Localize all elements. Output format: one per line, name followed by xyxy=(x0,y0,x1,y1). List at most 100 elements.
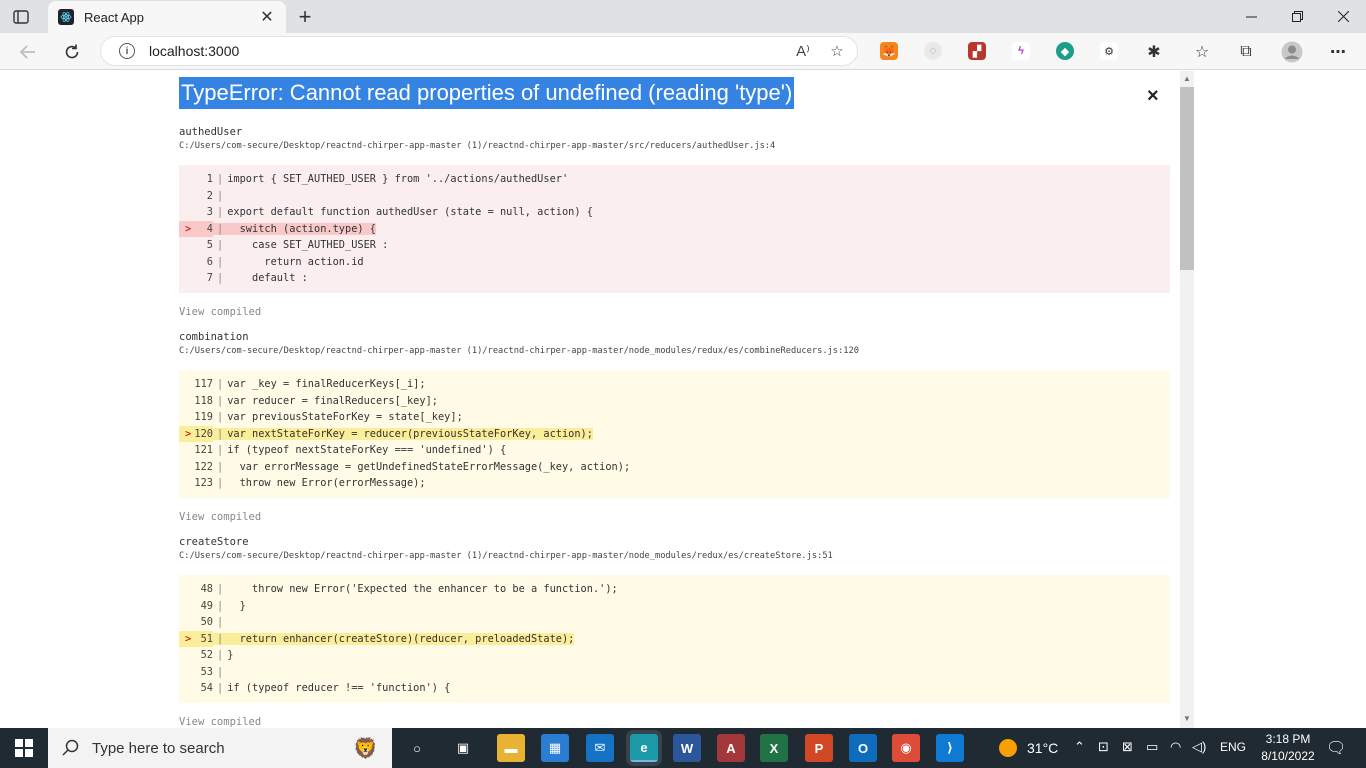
stack-frame: combination C:/Users/com-secure/Desktop/r… xyxy=(179,330,1170,524)
windows-logo-icon xyxy=(15,739,33,757)
new-tab-button[interactable]: + xyxy=(292,4,318,30)
line-number: 1 xyxy=(206,173,213,185)
error-overlay-header: TypeError: Cannot read properties of und… xyxy=(179,77,1170,109)
volume-icon[interactable]: ◁) xyxy=(1192,739,1206,755)
extension-teal-icon[interactable]: ◆ xyxy=(1056,42,1074,60)
address-bar[interactable]: i localhost:3000 A⁾ ☆ xyxy=(100,36,858,66)
gutter-divider: | xyxy=(217,460,224,473)
view-compiled-link[interactable]: View compiled xyxy=(179,510,1170,524)
taskbar-chrome-icon[interactable]: ◉ xyxy=(892,734,920,762)
restore-button[interactable] xyxy=(1274,0,1320,33)
back-button[interactable] xyxy=(14,38,42,66)
error-close-button[interactable]: × xyxy=(1147,85,1159,108)
taskbar-task-view-icon[interactable]: ▣ xyxy=(449,734,477,762)
wifi-icon[interactable]: ◠ xyxy=(1170,739,1181,755)
taskbar-cortana-icon[interactable]: ○ xyxy=(403,734,431,762)
line-number: 53 xyxy=(200,665,213,678)
tab-close-button[interactable]: ✕ xyxy=(258,7,276,27)
extensions-puzzle-icon[interactable]: ✱ xyxy=(1140,38,1168,66)
gutter-divider: | xyxy=(217,272,224,284)
code-line: 7 | default : xyxy=(179,270,1170,287)
scrollbar-thumb[interactable] xyxy=(1180,87,1194,270)
gutter-divider: | xyxy=(217,173,224,185)
taskbar-microsoft-store-icon[interactable]: ▦ xyxy=(541,734,569,762)
minimize-button[interactable] xyxy=(1228,0,1274,33)
error-line-caret-icon: > xyxy=(185,222,192,235)
action-center-icon[interactable]: 🗨 xyxy=(1326,738,1346,758)
collections-icon[interactable]: ⧉ xyxy=(1232,38,1260,66)
code-text: default : xyxy=(227,272,308,284)
close-window-button[interactable] xyxy=(1320,0,1366,33)
line-number: 6 xyxy=(206,255,213,268)
gutter-divider: | xyxy=(217,189,224,202)
frame-function-name: authedUser xyxy=(179,126,243,138)
view-compiled-link[interactable]: View compiled xyxy=(179,715,1170,729)
frame-file-path[interactable]: C:/Users/com-secure/Desktop/reactnd-chir… xyxy=(179,549,1170,563)
scroll-down-arrow-icon[interactable]: ▼ xyxy=(1183,714,1191,723)
browser-tab-active[interactable]: React App ✕ xyxy=(48,1,286,33)
taskbar-mail-icon[interactable]: ✉ xyxy=(586,734,614,762)
show-hidden-icons-icon[interactable]: ⌃ xyxy=(1074,739,1085,755)
frame-file-path[interactable]: C:/Users/com-secure/Desktop/reactnd-chir… xyxy=(179,139,1170,153)
line-number: 2 xyxy=(206,189,213,202)
line-number: 5 xyxy=(206,239,213,251)
code-line-highlighted: >120 | var nextStateForKey = reducer(previ… xyxy=(179,425,1170,442)
add-favorite-icon[interactable]: ☆ xyxy=(823,39,851,63)
battery-icon[interactable]: ▭ xyxy=(1146,739,1158,755)
code-snippet[interactable]: 117 | var _key = finalReducerKeys[_i]; 118 |… xyxy=(179,370,1170,498)
clock-date[interactable]: 8/10/2022 xyxy=(1252,749,1324,763)
url-text[interactable]: localhost:3000 xyxy=(149,43,789,59)
refresh-icon xyxy=(65,44,79,59)
site-info-icon[interactable]: i xyxy=(119,43,135,59)
search-highlight-icon: 🦁 xyxy=(353,737,378,760)
stack-frame: createStore C:/Users/com-secure/Desktop/r… xyxy=(179,535,1170,728)
input-language[interactable]: ENG xyxy=(1220,740,1246,754)
extension-gear-icon[interactable]: ⚙ xyxy=(1100,42,1118,60)
taskbar-excel-icon[interactable]: X xyxy=(760,734,788,762)
extension-circle-icon[interactable]: ◌ xyxy=(924,42,942,60)
notification-tray-icon[interactable]: ⊠ xyxy=(1122,739,1133,755)
weather-sun-icon[interactable] xyxy=(999,739,1017,757)
gutter-divider: | xyxy=(217,665,224,678)
code-text: return action.id xyxy=(227,255,364,268)
taskbar-outlook-icon[interactable]: O xyxy=(849,734,877,762)
weather-temperature[interactable]: 31°C xyxy=(1027,740,1058,756)
line-number: 121 xyxy=(194,444,213,456)
settings-more-icon[interactable]: ⋯ xyxy=(1324,38,1352,66)
extension-red-icon[interactable]: ▞ xyxy=(968,42,986,60)
code-line: 117 | var _key = finalReducerKeys[_i]; xyxy=(179,376,1170,393)
line-number: 7 xyxy=(206,272,213,284)
taskbar-access-icon[interactable]: A xyxy=(717,734,745,762)
line-number: 49 xyxy=(200,599,213,612)
line-number: 48 xyxy=(200,583,213,595)
favorites-icon[interactable]: ☆ xyxy=(1188,38,1216,66)
code-text: throw new Error('Expected the enhancer t… xyxy=(227,583,618,595)
code-text: var previousStateForKey = state[_key]; xyxy=(227,411,463,423)
read-aloud-icon[interactable]: A⁾ xyxy=(789,39,817,63)
metamask-extension-icon[interactable]: 🦊 xyxy=(880,42,898,60)
taskbar-vscode-icon[interactable]: ⟩ xyxy=(936,734,964,762)
refresh-button[interactable] xyxy=(58,38,86,66)
code-line: 118 | var reducer = finalReducers[_key]; xyxy=(179,393,1170,410)
error-title: TypeError: Cannot read properties of und… xyxy=(179,77,795,109)
scroll-up-arrow-icon[interactable]: ▲ xyxy=(1183,74,1191,83)
page-viewport: TypeError: Cannot read properties of und… xyxy=(0,71,1366,728)
taskbar-file-explorer-icon[interactable]: ▬ xyxy=(497,734,525,762)
taskbar-word-icon[interactable]: W xyxy=(673,734,701,762)
taskbar-powerpoint-icon[interactable]: P xyxy=(805,734,833,762)
frame-file-path[interactable]: C:/Users/com-secure/Desktop/reactnd-chir… xyxy=(179,344,1170,358)
network-status-icon[interactable]: ⊡ xyxy=(1098,739,1109,755)
code-text: var nextStateForKey = reducer(previousSt… xyxy=(227,427,593,440)
profile-avatar[interactable] xyxy=(1278,38,1306,66)
extension-bolt-icon[interactable]: ϟ xyxy=(1012,42,1030,60)
tab-actions-button[interactable] xyxy=(10,7,32,27)
code-snippet[interactable]: 1 | import { SET_AUTHED_USER } from '../ac… xyxy=(179,165,1170,293)
view-compiled-link[interactable]: View compiled xyxy=(179,305,1170,319)
code-snippet[interactable]: 48 | throw new Error('Expected the enhanc… xyxy=(179,575,1170,703)
gutter-divider: | xyxy=(217,477,224,489)
taskbar-edge-icon[interactable]: e xyxy=(626,730,662,766)
start-button[interactable] xyxy=(0,728,48,768)
taskbar-search-box[interactable]: Type here to search 🦁 xyxy=(48,728,392,768)
code-text: var reducer = finalReducers[_key]; xyxy=(227,394,438,407)
clock-time[interactable]: 3:18 PM xyxy=(1258,732,1318,746)
